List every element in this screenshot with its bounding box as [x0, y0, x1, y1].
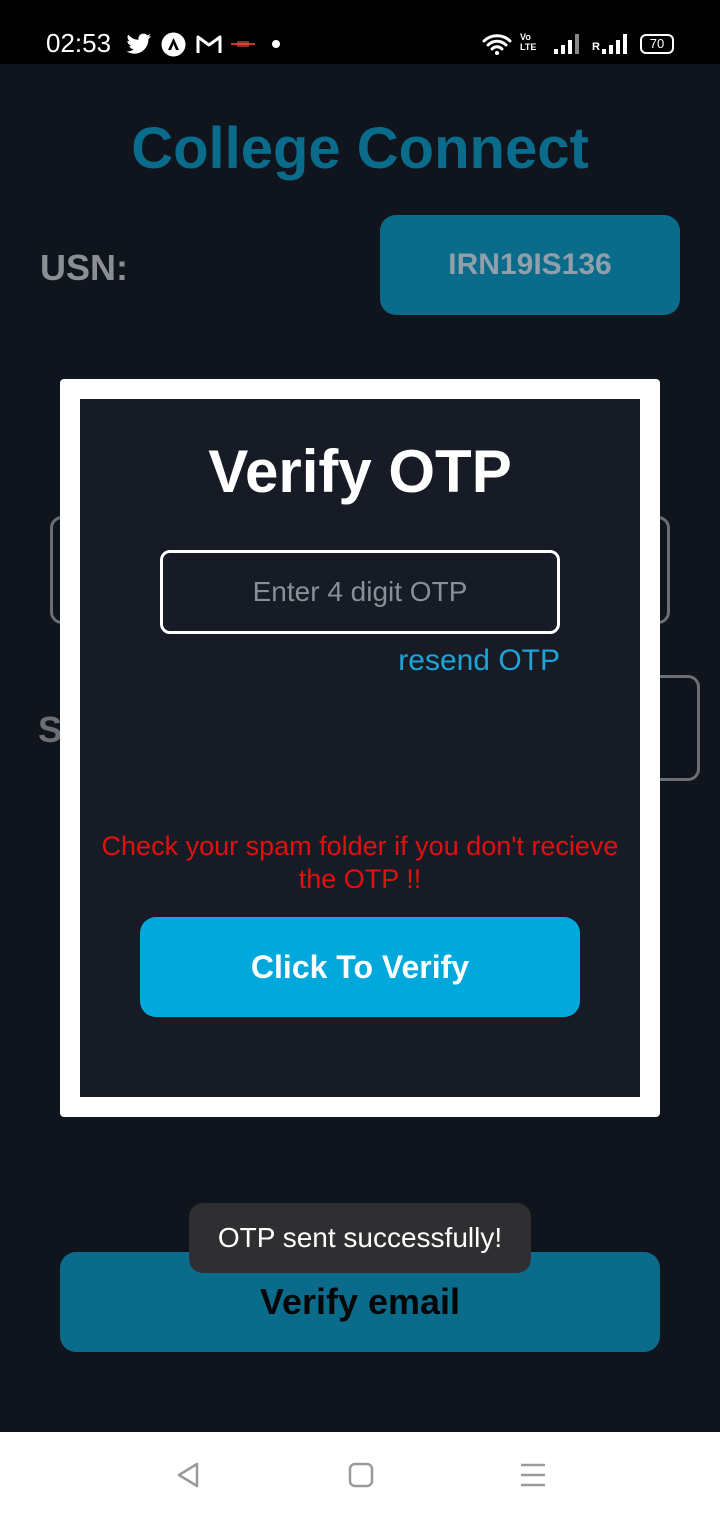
battery-icon: 70 [640, 34, 674, 54]
recents-icon[interactable] [518, 1460, 548, 1490]
dot-icon [272, 40, 280, 48]
usn-value: IRN19IS136 [380, 215, 680, 315]
status-time: 02:53 [46, 28, 112, 58]
dialog-title: Verify OTP [208, 438, 512, 505]
back-icon[interactable] [173, 1460, 203, 1490]
spam-folder-note: Check your spam folder if you don't reci… [101, 831, 619, 894]
status-bar: 02:53 Vo LTE R 70 [0, 0, 720, 64]
otp-input[interactable] [160, 550, 560, 634]
volte-icon: Vo LTE [520, 32, 537, 52]
signal-2-icon [602, 34, 627, 54]
app-title: College Connect [131, 116, 589, 181]
gmail-icon [196, 35, 222, 53]
battery-level: 70 [649, 36, 665, 51]
toast-message: OTP sent successfully! [189, 1203, 531, 1273]
home-icon[interactable] [346, 1460, 376, 1490]
app-small-icon [231, 41, 255, 47]
resend-otp-link[interactable]: resend OTP [398, 642, 560, 680]
wifi-icon [482, 34, 512, 55]
usn-label: USN: [40, 247, 128, 288]
verify-otp-button[interactable]: Click To Verify [140, 917, 580, 1017]
roaming-indicator: R [592, 41, 600, 53]
twitter-icon [126, 33, 151, 54]
signal-1-icon [554, 34, 579, 54]
app-a-icon [161, 32, 186, 57]
background-label: S [38, 709, 63, 750]
